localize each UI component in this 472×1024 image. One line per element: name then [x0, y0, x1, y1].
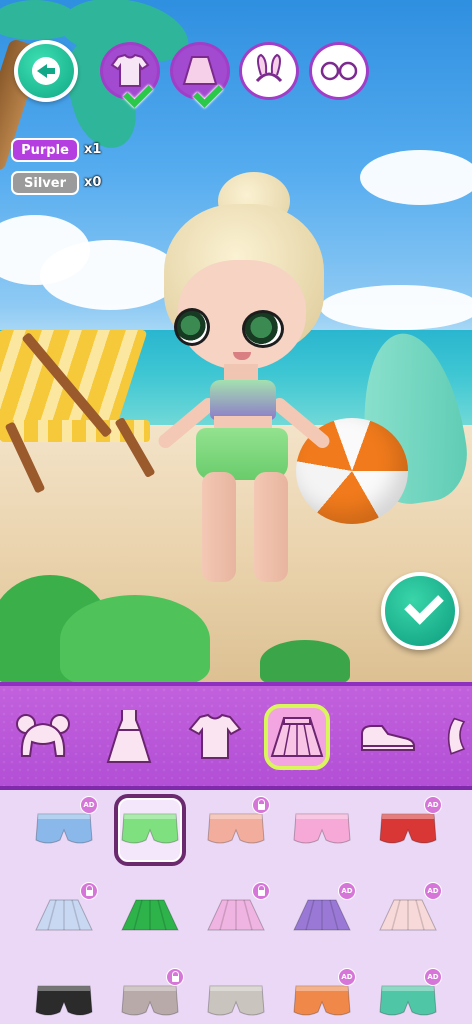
item-shorts[interactable]: AD	[286, 966, 358, 1024]
left-eye	[174, 308, 210, 346]
bunny-ears-headband-icon	[255, 53, 283, 83]
item-shorts[interactable]	[200, 966, 272, 1024]
lock-icon	[80, 882, 98, 900]
top-category-headband[interactable]	[239, 42, 299, 100]
checkmark-icon	[123, 83, 151, 103]
ad-badge: AD	[338, 882, 356, 900]
skirt-thumbnail	[379, 899, 437, 931]
shorts-thumbnail	[293, 813, 351, 844]
sneaker-icon	[361, 725, 415, 751]
item-shorts[interactable]: AD	[372, 794, 444, 866]
ad-badge: AD	[424, 968, 442, 986]
purple-currency-badge: Purple	[11, 138, 79, 162]
category-bottoms[interactable]	[264, 704, 330, 770]
shorts-thumbnail	[207, 985, 265, 1016]
ad-badge: AD	[424, 796, 442, 814]
item-shorts[interactable]	[114, 966, 186, 1024]
silver-currency-badge: Silver	[11, 171, 79, 195]
lock-icon	[252, 796, 270, 814]
shorts-thumbnail	[293, 985, 351, 1016]
category-accessories[interactable]	[440, 704, 472, 770]
skirt-thumbnail	[207, 899, 265, 931]
accessory-icon	[447, 717, 466, 755]
item-skirt[interactable]	[28, 880, 100, 952]
doll-top	[210, 380, 276, 420]
item-shorts[interactable]	[28, 966, 100, 1024]
ad-badge: AD	[338, 968, 356, 986]
cloud	[320, 285, 472, 330]
ad-badge: AD	[424, 882, 442, 900]
item-shorts[interactable]: AD	[372, 966, 444, 1024]
category-hair[interactable]	[10, 704, 76, 770]
beach-scene: Purple x1 Silver x0	[0, 0, 472, 682]
skirt-thumbnail	[293, 899, 351, 931]
plant	[260, 640, 350, 682]
skirt-icon	[270, 717, 324, 757]
top-category-skirts[interactable]	[170, 42, 230, 100]
plant	[60, 595, 210, 682]
doll-character[interactable]	[150, 172, 333, 592]
palm-leaf	[0, 0, 80, 40]
shorts-thumbnail	[121, 985, 179, 1016]
category-bar	[0, 682, 472, 790]
lock-icon	[166, 968, 184, 986]
item-shorts[interactable]: AD	[28, 794, 100, 866]
item-skirt[interactable]	[200, 880, 272, 952]
left-leg	[202, 472, 236, 582]
item-skirt[interactable]	[114, 880, 186, 952]
ad-badge: AD	[80, 796, 98, 814]
item-shorts[interactable]	[114, 794, 186, 866]
purple-currency-count: x1	[84, 142, 102, 157]
glasses-icon	[320, 61, 358, 81]
shorts-thumbnail	[35, 985, 93, 1016]
shorts-thumbnail	[207, 813, 265, 844]
right-leg	[254, 472, 288, 582]
skirt-thumbnail	[121, 899, 179, 931]
tshirt-icon	[188, 713, 242, 759]
shorts-thumbnail	[121, 813, 179, 844]
shorts-thumbnail	[379, 813, 437, 844]
item-grid: AD AD AD AD AD AD	[0, 790, 472, 1024]
cloud	[360, 150, 472, 205]
top-category-tops[interactable]	[100, 42, 160, 100]
skirt-thumbnail	[35, 899, 93, 931]
silver-currency-count: x0	[84, 175, 102, 190]
dress-icon	[106, 710, 152, 763]
hair-buns-icon	[16, 714, 70, 757]
top-category-glasses[interactable]	[309, 42, 369, 100]
back-arrow-icon	[32, 57, 60, 85]
category-tops[interactable]	[182, 704, 248, 770]
lock-icon	[252, 882, 270, 900]
shorts-thumbnail	[379, 985, 437, 1016]
confirm-button[interactable]	[381, 572, 459, 650]
category-shoes[interactable]	[354, 704, 420, 770]
item-shorts[interactable]	[200, 794, 272, 866]
item-shorts[interactable]	[286, 794, 358, 866]
back-button[interactable]	[14, 40, 78, 102]
right-eye	[242, 310, 284, 348]
item-skirt[interactable]: AD	[286, 880, 358, 952]
checkmark-icon	[193, 83, 221, 103]
shorts-thumbnail	[35, 813, 93, 844]
category-dresses[interactable]	[96, 704, 162, 770]
item-skirt[interactable]: AD	[372, 880, 444, 952]
